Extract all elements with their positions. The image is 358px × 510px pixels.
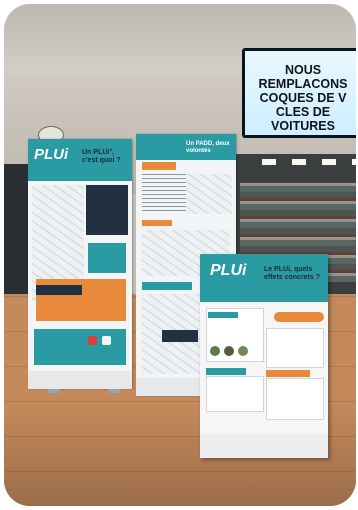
banner-left: PLUi Un PLUi°, c'est quoi ?	[28, 139, 132, 389]
sign-line: NOUS	[284, 63, 322, 77]
banner-middle-map-1	[186, 174, 232, 214]
banner-right: PLUi Le PLUi, quels effets concrets ?	[200, 254, 328, 458]
banner-right-card-2	[266, 328, 324, 368]
banner-middle-text-area	[142, 174, 186, 214]
banner-left-bottom-block	[34, 329, 126, 365]
banner-middle-navy-block	[162, 330, 198, 342]
banner-middle-orange-tag-2	[142, 220, 172, 226]
banner-left-navy-block	[86, 185, 128, 235]
banner-right-card-3-tag	[206, 368, 246, 375]
banner-right-orange-tag	[266, 370, 310, 377]
banner-middle-orange-tag	[142, 162, 176, 170]
store-ceiling-lights	[262, 159, 356, 165]
banner-right-card-1-tag	[208, 312, 238, 318]
banner-right-card-4	[266, 378, 324, 420]
sign-line: REMPLACONS	[258, 77, 348, 91]
photo: NOUS REMPLACONS COQUES DE V CLES DE VOIT…	[4, 4, 356, 506]
banner-left-footer	[28, 371, 132, 389]
banner-right-question: Le PLUi, quels effets concrets ?	[264, 266, 321, 281]
stand-foot	[48, 389, 60, 393]
banner-middle-title: Un PADD, deux volontés	[186, 141, 230, 154]
banner-left-logo: PLUi	[34, 146, 69, 163]
banner-right-orange-arc	[274, 312, 324, 322]
banner-right-circle	[210, 346, 220, 356]
banner-left-icon-white	[102, 336, 111, 345]
banner-left-teal-block	[88, 243, 126, 273]
banner-right-circle	[238, 346, 248, 356]
stand-foot	[108, 389, 120, 393]
banner-right-card-3	[206, 376, 264, 412]
banner-right-logo: PLUi	[210, 262, 247, 279]
banner-left-lower-navy	[36, 285, 82, 295]
banner-left-icon-red	[88, 336, 97, 345]
banner-right-circle	[224, 346, 234, 356]
sign-line: VOITURES	[271, 119, 335, 133]
sign-line: CLES DE	[275, 105, 331, 119]
sign-line: COQUES DE V	[259, 91, 347, 105]
digital-sign: NOUS REMPLACONS COQUES DE V CLES DE VOIT…	[242, 48, 356, 138]
banner-left-question: Un PLUi°, c'est quoi ?	[82, 149, 121, 164]
banner-right-footer	[200, 434, 328, 458]
banner-middle-teal-band	[142, 282, 192, 290]
digital-sign-screen: NOUS REMPLACONS COQUES DE V CLES DE VOIT…	[245, 51, 356, 135]
